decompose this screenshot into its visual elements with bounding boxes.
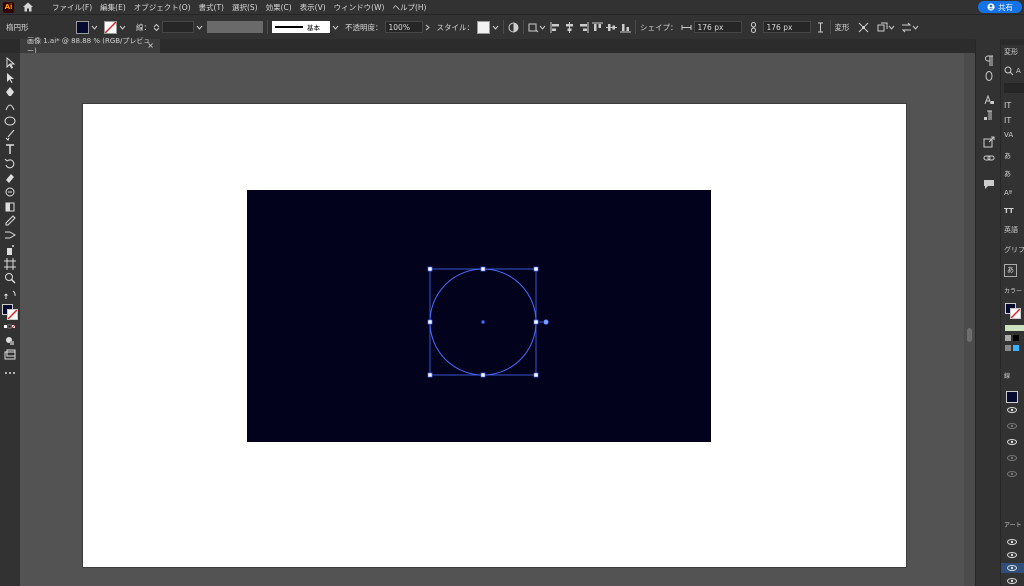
scrollbar-thumb[interactable] bbox=[967, 328, 972, 342]
glyph-cell[interactable]: あ bbox=[1004, 264, 1017, 277]
export-icon[interactable] bbox=[983, 136, 995, 148]
baseline-icon[interactable]: Aª bbox=[1004, 189, 1012, 197]
center-point bbox=[481, 320, 485, 324]
resize-handle[interactable] bbox=[533, 266, 539, 272]
paragraph-icon[interactable] bbox=[983, 55, 995, 67]
comments-icon[interactable] bbox=[983, 178, 995, 190]
properties-label: A bbox=[1016, 67, 1021, 75]
eye-icon[interactable] bbox=[1007, 471, 1017, 477]
resize-handle[interactable] bbox=[427, 372, 433, 378]
eye-icon[interactable] bbox=[1007, 539, 1017, 545]
properties-panel: 変形 A ⅠT ⅠT VA あ あ Aª TT 英語 グリフ あ カラー 線 ア… bbox=[1000, 39, 1024, 586]
language-label[interactable]: 英語 bbox=[1004, 225, 1018, 235]
selection-overlay bbox=[427, 266, 549, 378]
resize-handle[interactable] bbox=[480, 266, 486, 272]
swatch-gray[interactable] bbox=[1005, 335, 1011, 341]
links-icon[interactable] bbox=[983, 152, 995, 164]
tsume-icon[interactable]: あ bbox=[1004, 169, 1011, 179]
layers-panel-label[interactable]: 線 bbox=[1004, 371, 1010, 380]
eye-icon[interactable] bbox=[1007, 565, 1017, 571]
swatch-blue[interactable] bbox=[1013, 345, 1019, 351]
leading-icon[interactable]: ⅠT bbox=[1004, 116, 1011, 125]
glyphs-label[interactable]: グリフ bbox=[1004, 245, 1024, 255]
paragraph-styles-icon[interactable] bbox=[983, 110, 995, 122]
resize-handle[interactable] bbox=[427, 266, 433, 272]
panel-dock-icons bbox=[975, 39, 1001, 586]
swatch-black[interactable] bbox=[1013, 335, 1019, 341]
vertical-scrollbar[interactable] bbox=[964, 53, 975, 586]
swatch-mid[interactable] bbox=[1005, 345, 1011, 351]
artboards-panel-label[interactable]: アート bbox=[1004, 520, 1022, 529]
eye-icon[interactable] bbox=[1007, 578, 1017, 584]
tracking-icon[interactable]: VA bbox=[1004, 131, 1013, 139]
eye-icon[interactable] bbox=[1007, 407, 1017, 413]
character-styles-icon[interactable] bbox=[983, 94, 995, 106]
eye-icon[interactable] bbox=[1007, 439, 1017, 445]
pie-widget-handle[interactable] bbox=[543, 319, 549, 325]
font-field[interactable] bbox=[1004, 83, 1024, 93]
resize-handle[interactable] bbox=[480, 372, 486, 378]
color-spectrum[interactable] bbox=[1005, 325, 1024, 331]
panel-stroke-box[interactable] bbox=[1010, 308, 1021, 319]
layer-thumbnail[interactable] bbox=[1006, 391, 1018, 403]
panel-tab-transform[interactable]: 変形 bbox=[1004, 47, 1018, 57]
panel-header-bar bbox=[1001, 39, 1024, 45]
font-size-icon[interactable]: ⅠT bbox=[1004, 101, 1011, 110]
color-panel-label[interactable]: カラー bbox=[1004, 286, 1022, 295]
eye-icon[interactable] bbox=[1007, 423, 1017, 429]
none-stroke-icon bbox=[1011, 309, 1020, 318]
eye-icon[interactable] bbox=[1007, 455, 1017, 461]
search-icon[interactable] bbox=[1004, 66, 1014, 76]
resize-handle[interactable] bbox=[533, 372, 539, 378]
opentype-icon[interactable] bbox=[983, 70, 995, 82]
eye-icon[interactable] bbox=[1007, 552, 1017, 558]
all-caps-icon[interactable]: TT bbox=[1004, 207, 1014, 215]
resize-handle[interactable] bbox=[533, 319, 539, 325]
kerning-icon[interactable]: あ bbox=[1004, 151, 1011, 161]
resize-handle[interactable] bbox=[427, 319, 433, 325]
